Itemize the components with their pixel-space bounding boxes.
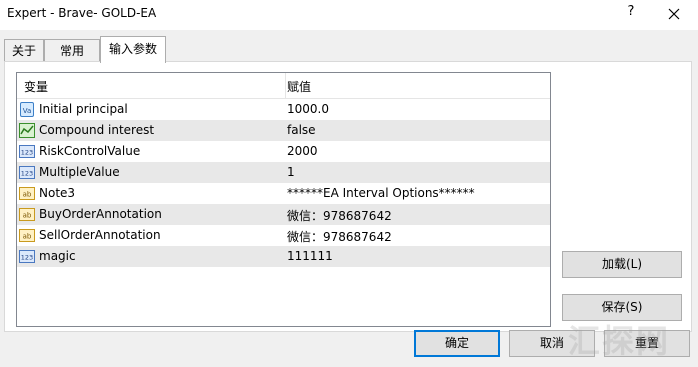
window-title: Expert - Brave- GOLD-EA (7, 6, 157, 20)
column-header-variable[interactable]: 变量 (24, 78, 48, 95)
row-name: RiskControlValue (39, 144, 141, 158)
table-row[interactable]: ab BuyOrderAnnotation 微信：978687642 (17, 204, 550, 225)
column-header-value[interactable]: 赋值 (287, 78, 311, 95)
tab-inputs[interactable]: 输入参数 (100, 36, 166, 63)
value-tag-icon: Va (19, 102, 35, 117)
svg-text:ab: ab (23, 233, 32, 241)
table-row[interactable]: 123 RiskControlValue 2000 (17, 141, 550, 162)
table-row[interactable]: 123 MultipleValue 1 (17, 162, 550, 183)
integer-icon: 123 (19, 165, 35, 180)
row-name: BuyOrderAnnotation (39, 207, 162, 221)
row-name: MultipleValue (39, 165, 120, 179)
grid-header: 变量 赋值 (17, 73, 550, 99)
column-divider[interactable] (285, 73, 286, 98)
table-row[interactable]: 123 magic 111111 (17, 246, 550, 267)
row-value[interactable]: 微信：978687642 (287, 228, 392, 245)
svg-text:123: 123 (21, 170, 33, 178)
row-value[interactable]: 2000 (287, 144, 318, 158)
row-name: Compound interest (39, 123, 155, 137)
help-button[interactable]: ? (622, 4, 640, 24)
svg-text:123: 123 (21, 254, 33, 262)
trend-chart-icon (19, 123, 35, 138)
integer-icon: 123 (19, 144, 35, 159)
row-value[interactable]: 1000.0 (287, 102, 329, 116)
svg-text:ab: ab (23, 212, 32, 220)
svg-text:Va: Va (23, 107, 32, 115)
tab-about[interactable]: 关于 (4, 39, 44, 61)
table-row[interactable]: Va Initial principal 1000.0 (17, 99, 550, 120)
row-name: magic (39, 249, 76, 263)
string-icon: ab (19, 228, 35, 243)
parameters-grid[interactable]: 变量 赋值 Va Initial principal 1000.0 Compou… (16, 72, 551, 327)
row-name: Initial principal (39, 102, 128, 116)
tab-strip: 关于 常用 输入参数 (0, 30, 698, 63)
row-value[interactable]: ******EA Interval Options****** (287, 186, 475, 200)
tab-common[interactable]: 常用 (44, 39, 100, 61)
cancel-button[interactable]: 取消 (509, 330, 595, 357)
title-bar: Expert - Brave- GOLD-EA ? (0, 0, 698, 30)
close-icon (668, 8, 680, 20)
table-row[interactable]: Compound interest false (17, 120, 550, 141)
string-icon: ab (19, 186, 35, 201)
save-button[interactable]: 保存(S) (562, 294, 682, 321)
row-value[interactable]: 1 (287, 165, 295, 179)
ok-button[interactable]: 确定 (414, 330, 500, 357)
row-name: SellOrderAnnotation (39, 228, 161, 242)
string-icon: ab (19, 207, 35, 222)
row-value[interactable]: false (287, 123, 316, 137)
row-name: Note3 (39, 186, 76, 200)
table-row[interactable]: ab Note3 ******EA Interval Options****** (17, 183, 550, 204)
reset-button[interactable]: 重置 (604, 330, 690, 357)
row-value[interactable]: 微信：978687642 (287, 207, 392, 224)
table-row[interactable]: ab SellOrderAnnotation 微信：978687642 (17, 225, 550, 246)
svg-text:123: 123 (21, 149, 33, 157)
svg-text:ab: ab (23, 191, 32, 199)
load-button[interactable]: 加载(L) (562, 251, 682, 278)
integer-icon: 123 (19, 249, 35, 264)
row-value[interactable]: 111111 (287, 249, 333, 263)
close-button[interactable] (663, 3, 685, 25)
